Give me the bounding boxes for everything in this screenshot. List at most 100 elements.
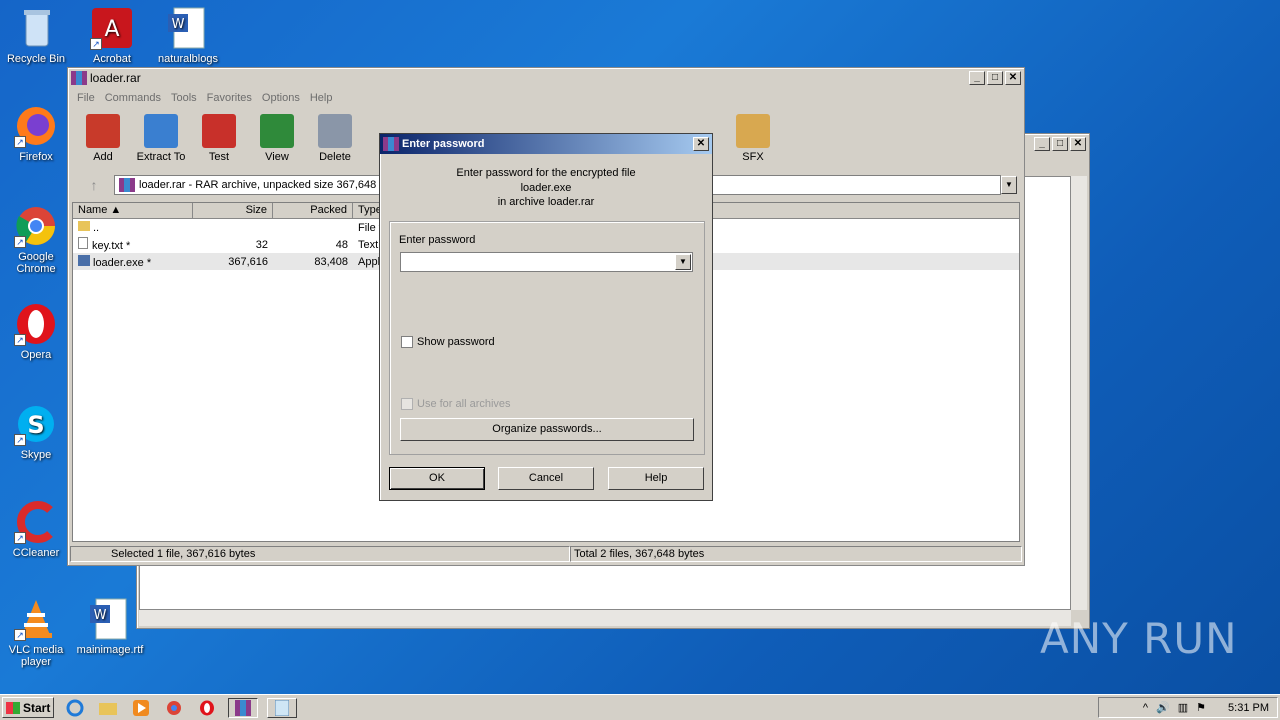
message-line: Enter password for the encrypted file xyxy=(456,167,636,179)
desktop-icon-label: Opera xyxy=(20,349,52,361)
clipboard-check-icon xyxy=(202,114,236,148)
column-size[interactable]: Size xyxy=(193,203,273,218)
start-button[interactable]: Start xyxy=(2,697,54,718)
action-center-flag-icon[interactable]: ⚑ xyxy=(1196,701,1206,714)
desktop-icon-recycle-bin[interactable]: Recycle Bin xyxy=(0,6,72,65)
chevron-down-icon[interactable]: ▼ xyxy=(675,254,691,270)
message-filename: loader.exe xyxy=(520,181,572,194)
winrar-titlebar[interactable]: loader.rar _ □ ✕ xyxy=(68,68,1024,88)
minimize-button[interactable]: _ xyxy=(969,71,985,85)
shortcut-arrow-icon: ↗ xyxy=(14,434,26,446)
password-input[interactable]: ▼ xyxy=(400,252,693,272)
ok-button[interactable]: OK xyxy=(389,467,485,490)
password-dialog[interactable]: Enter password ✕ Enter password for the … xyxy=(379,133,713,501)
dialog-titlebar[interactable]: Enter password ✕ xyxy=(380,134,712,154)
menu-favorites[interactable]: Favorites xyxy=(202,92,257,104)
exe-file-icon xyxy=(78,254,90,266)
vertical-scrollbar[interactable] xyxy=(1071,176,1087,610)
close-button[interactable]: ✕ xyxy=(693,137,709,151)
column-packed[interactable]: Packed xyxy=(273,203,353,218)
maximize-button[interactable]: □ xyxy=(1052,137,1068,151)
desktop-icon-chrome[interactable]: ↗ Google Chrome xyxy=(0,204,72,275)
chrome-icon: ↗ xyxy=(14,204,58,248)
desktop-icon-label: naturalblogs xyxy=(158,53,218,65)
watermark: ANY RUN xyxy=(1040,614,1238,663)
desktop-icon-firefox[interactable]: ↗ Firefox xyxy=(0,104,72,163)
add-button[interactable]: Add xyxy=(74,114,132,163)
clock[interactable]: 5:31 PM xyxy=(1228,702,1269,714)
desktop-icon-ccleaner[interactable]: ↗ CCleaner xyxy=(0,500,72,559)
svg-text:S: S xyxy=(27,411,44,439)
horizontal-scrollbar[interactable] xyxy=(139,610,1071,626)
desktop-icon-acrobat[interactable]: A ↗ Acrobat xyxy=(76,6,148,65)
dialog-title: Enter password xyxy=(402,138,485,150)
organize-passwords-button[interactable]: Organize passwords... xyxy=(400,418,694,441)
svg-text:W: W xyxy=(172,17,185,32)
address-text: loader.rar - RAR archive, unpacked size … xyxy=(139,179,377,191)
sfx-button[interactable]: SFX xyxy=(724,114,782,163)
add-label: Add xyxy=(93,151,113,163)
test-button[interactable]: Test xyxy=(190,114,248,163)
vlc-icon: ↗ xyxy=(14,597,58,641)
sfx-label: SFX xyxy=(742,151,764,163)
menu-commands[interactable]: Commands xyxy=(100,92,166,104)
media-player-icon[interactable] xyxy=(129,698,153,718)
shortcut-arrow-icon: ↗ xyxy=(14,629,26,641)
close-button[interactable]: ✕ xyxy=(1070,137,1086,151)
menu-tools[interactable]: Tools xyxy=(166,92,202,104)
chrome-taskbar-icon[interactable] xyxy=(162,698,186,718)
desktop-icon-label: Recycle Bin xyxy=(6,53,66,65)
show-password-label[interactable]: Show password xyxy=(417,336,495,348)
file-packed: 83,408 xyxy=(314,255,348,268)
use-for-all-label: Use for all archives xyxy=(417,398,511,410)
acrobat-icon: A ↗ xyxy=(90,6,134,50)
help-button[interactable]: Help xyxy=(608,467,704,490)
firefox-icon: ↗ xyxy=(14,104,58,148)
show-hidden-icons-icon[interactable]: ^ xyxy=(1143,702,1148,714)
minimize-button[interactable]: _ xyxy=(1034,137,1050,151)
desktop-icon-label: Google Chrome xyxy=(16,251,56,275)
volume-icon[interactable]: 🔊 xyxy=(1156,701,1170,714)
system-tray: ^ 🔊 ▥ ⚑ 5:31 PM xyxy=(1098,697,1278,718)
desktop-icon-skype[interactable]: S ↗ Skype xyxy=(0,402,72,461)
delete-label: Delete xyxy=(319,151,351,163)
column-name[interactable]: Name ▲ xyxy=(73,203,193,218)
password-group: Enter password ▼ Show password Use for a… xyxy=(389,221,705,455)
text-file-icon xyxy=(78,237,88,249)
taskbar: Start ^ 🔊 ▥ ⚑ 5:31 PM xyxy=(0,694,1280,720)
show-password-checkbox[interactable] xyxy=(401,336,413,348)
shortcut-arrow-icon: ↗ xyxy=(90,38,102,50)
status-bar: Selected 1 file, 367,616 bytes Total 2 f… xyxy=(70,545,1022,563)
maximize-button[interactable]: □ xyxy=(987,71,1003,85)
menu-options[interactable]: Options xyxy=(257,92,305,104)
chevron-down-icon[interactable]: ▼ xyxy=(1001,176,1017,194)
winrar-taskbar-button[interactable] xyxy=(228,697,258,718)
recycle-bin-icon xyxy=(14,6,58,50)
cancel-button[interactable]: Cancel xyxy=(498,467,594,490)
network-icon[interactable]: ▥ xyxy=(1178,701,1188,714)
desktop-icon-naturalblogs[interactable]: W naturalblogs xyxy=(152,6,224,65)
view-label: View xyxy=(265,151,289,163)
extract-to-button[interactable]: Extract To xyxy=(132,114,190,163)
opera-taskbar-icon[interactable] xyxy=(195,698,219,718)
trash-icon xyxy=(318,114,352,148)
explorer-folder-icon[interactable] xyxy=(96,698,120,718)
close-button[interactable]: ✕ xyxy=(1005,71,1021,85)
up-arrow-icon[interactable]: ↑ xyxy=(74,177,114,193)
desktop-icon-vlc[interactable]: ↗ VLC media player xyxy=(0,597,72,668)
svg-text:W: W xyxy=(94,608,107,623)
menu-help[interactable]: Help xyxy=(305,92,338,104)
file-packed: 48 xyxy=(335,238,348,251)
svg-text:A: A xyxy=(104,17,119,42)
menu-bar: File Commands Tools Favorites Options He… xyxy=(68,88,1024,108)
delete-button[interactable]: Delete xyxy=(306,114,364,163)
view-button[interactable]: View xyxy=(248,114,306,163)
notepad-taskbar-button[interactable] xyxy=(267,697,297,718)
use-for-all-checkbox[interactable] xyxy=(401,398,413,410)
word-doc-icon: W xyxy=(88,597,132,641)
desktop-icon-label: CCleaner xyxy=(12,547,60,559)
internet-explorer-icon[interactable] xyxy=(63,698,87,718)
menu-file[interactable]: File xyxy=(72,92,100,104)
skype-icon: S ↗ xyxy=(14,402,58,446)
desktop-icon-opera[interactable]: ↗ Opera xyxy=(0,302,72,361)
